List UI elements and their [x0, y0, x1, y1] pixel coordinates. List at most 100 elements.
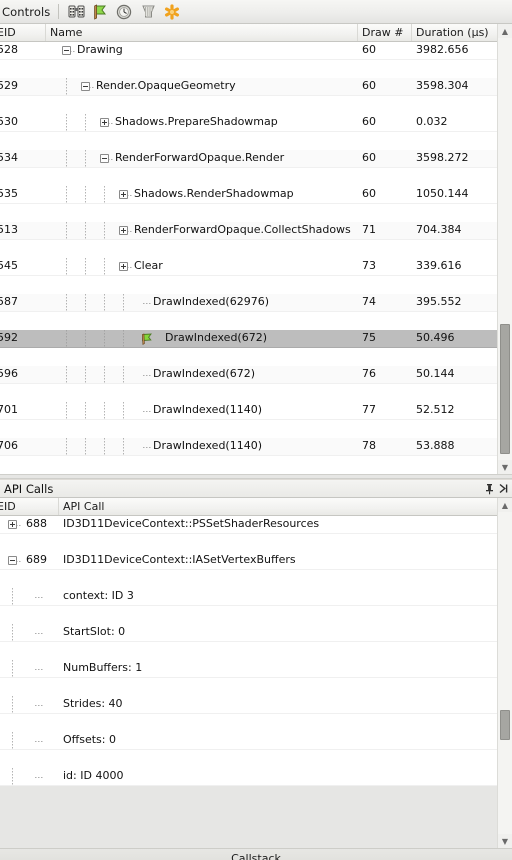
event-name: DrawIndexed(1140) — [153, 403, 263, 416]
tree-guide-line — [12, 768, 13, 785]
event-draw-number: 75 — [362, 331, 376, 344]
expand-node-button[interactable] — [100, 118, 109, 127]
event-name: RenderForwardOpaque.Render — [115, 151, 285, 164]
tree-elbow — [143, 447, 151, 448]
expand-node-button[interactable] — [8, 520, 17, 529]
status-bar: Callstack — [0, 848, 512, 860]
api-column-header-eid[interactable]: EID — [0, 500, 16, 513]
column-divider[interactable] — [58, 498, 59, 515]
api-calls-scrollbar[interactable]: ▲ ▼ — [497, 498, 512, 848]
event-row[interactable]: 529 Render.OpaqueGeometry 60 3598.304 — [0, 78, 512, 96]
api-call-row[interactable]: Offsets: 0 — [0, 732, 512, 750]
event-duration: 1050.144 — [416, 187, 469, 200]
column-header-draw[interactable]: Draw # — [362, 26, 403, 39]
event-duration: 3598.272 — [416, 151, 469, 164]
column-divider[interactable] — [411, 24, 412, 41]
event-browser-rows[interactable]: 528 Drawing 60 3982.656 529 Render.OpaqueGeom… — [0, 42, 512, 474]
event-row[interactable]: 513 RenderForwardOpaque.CollectShadows 71 7… — [0, 222, 512, 240]
event-row[interactable]: 596 DrawIndexed(672) 76 50.144 — [0, 366, 512, 384]
api-call-row[interactable]: Strides: 40 — [0, 696, 512, 714]
tree-elbow — [143, 411, 151, 412]
event-duration: 52.512 — [416, 403, 455, 416]
collapse-node-button[interactable] — [100, 154, 109, 163]
api-column-header-call[interactable]: API Call — [63, 500, 104, 513]
scroll-down-arrow[interactable]: ▼ — [498, 460, 512, 474]
green-flag-icon[interactable] — [89, 2, 111, 22]
pin-icon[interactable] — [482, 481, 496, 496]
collapse-node-button[interactable] — [62, 46, 71, 55]
event-duration: 3598.304 — [416, 79, 469, 92]
tree-guide-line — [85, 222, 86, 239]
tree-elbow — [35, 777, 43, 778]
event-row[interactable]: 530 Shadows.PrepareShadowmap 60 0.032 — [0, 114, 512, 132]
collapse-node-button[interactable] — [8, 556, 17, 565]
event-duration: 0.032 — [416, 115, 448, 128]
renderdoc-window: Controls EID Name Draw # Duration (µs) 5… — [0, 0, 512, 860]
scrollbar-thumb[interactable] — [500, 324, 510, 454]
api-call-row[interactable]: context: ID 3 — [0, 588, 512, 606]
tree-guide-line — [85, 150, 86, 167]
api-call-row[interactable]: NumBuffers: 1 — [0, 660, 512, 678]
tree-guide-line — [85, 402, 86, 419]
event-row[interactable]: 587 DrawIndexed(62976) 74 395.552 — [0, 294, 512, 312]
event-name: Shadows.PrepareShadowmap — [115, 115, 278, 128]
scroll-up-arrow[interactable]: ▲ — [498, 498, 512, 512]
api-calls-rows[interactable]: 688 ID3D11DeviceContext::PSSetShaderResou… — [0, 516, 512, 786]
tree-guide-line — [12, 732, 13, 749]
tree-elbow — [143, 375, 151, 376]
event-browser-panel: EID Name Draw # Duration (µs) 528 Drawing… — [0, 24, 512, 474]
api-calls-header: EID API Call — [0, 498, 512, 516]
tree-elbow — [35, 597, 43, 598]
api-call-row[interactable]: StartSlot: 0 — [0, 624, 512, 642]
bar-chart-icon[interactable] — [137, 2, 159, 22]
api-call-row[interactable]: id: ID 4000 — [0, 768, 512, 786]
clock-icon[interactable] — [113, 2, 135, 22]
expand-node-button[interactable] — [119, 262, 128, 271]
orange-asterisk-icon[interactable] — [161, 2, 183, 22]
tree-elbow — [35, 705, 43, 706]
event-row[interactable]: 534 RenderForwardOpaque.Render 60 3598.272 — [0, 150, 512, 168]
event-eid: 528 — [0, 43, 18, 56]
column-header-name[interactable]: Name — [50, 26, 82, 39]
api-call-row[interactable]: 689 ID3D11DeviceContext::IASetVertexBuffe… — [0, 552, 512, 570]
expand-node-button[interactable] — [119, 190, 128, 199]
event-draw-number: 74 — [362, 295, 376, 308]
event-row[interactable]: 701 DrawIndexed(1140) 77 52.512 — [0, 402, 512, 420]
tree-elbow — [35, 741, 43, 742]
event-duration: 339.616 — [416, 259, 462, 272]
collapse-node-button[interactable] — [81, 82, 90, 91]
callstack-label[interactable]: Callstack — [231, 852, 281, 860]
tree-guide-line — [12, 696, 13, 713]
column-divider[interactable] — [357, 24, 358, 41]
scroll-down-arrow[interactable]: ▼ — [498, 834, 512, 848]
event-row[interactable]: 535 Shadows.RenderShadowmap 60 1050.144 — [0, 186, 512, 204]
tree-guide-line — [85, 258, 86, 275]
scrollbar-track[interactable] — [498, 512, 512, 834]
controls-label: Controls — [2, 4, 51, 19]
event-row[interactable]: 545 Clear 73 339.616 — [0, 258, 512, 276]
api-call-row[interactable]: 688 ID3D11DeviceContext::PSSetShaderResou… — [0, 516, 512, 534]
tree-guide-line — [12, 624, 13, 641]
event-row[interactable]: 706 DrawIndexed(1140) 78 53.888 — [0, 438, 512, 456]
scrollbar-thumb[interactable] — [500, 710, 510, 740]
column-header-eid[interactable]: EID — [0, 26, 16, 39]
event-row[interactable]: 528 Drawing 60 3982.656 — [0, 42, 512, 60]
close-icon[interactable] — [496, 481, 510, 496]
event-name: DrawIndexed(1140) — [153, 439, 263, 452]
column-divider[interactable] — [45, 24, 46, 41]
api-call-eid: 689 — [26, 553, 47, 566]
event-eid: 513 — [0, 223, 18, 236]
scroll-up-arrow[interactable]: ▲ — [498, 24, 512, 38]
tree-guide-line — [66, 186, 67, 203]
event-name: DrawIndexed(672) — [165, 331, 268, 344]
tree-guide-line — [123, 438, 124, 455]
expand-node-button[interactable] — [119, 226, 128, 235]
tree-guide-line — [123, 330, 124, 347]
column-header-duration[interactable]: Duration (µs) — [416, 26, 489, 39]
controls-toolbar: Controls — [0, 0, 512, 24]
event-row[interactable]: 592 DrawIndexed(672) 75 50.496 — [0, 330, 512, 348]
event-browser-scrollbar[interactable]: ▲ ▼ — [497, 24, 512, 474]
binoculars-icon[interactable] — [65, 2, 87, 22]
event-draw-number: 73 — [362, 259, 376, 272]
event-duration: 50.496 — [416, 331, 455, 344]
